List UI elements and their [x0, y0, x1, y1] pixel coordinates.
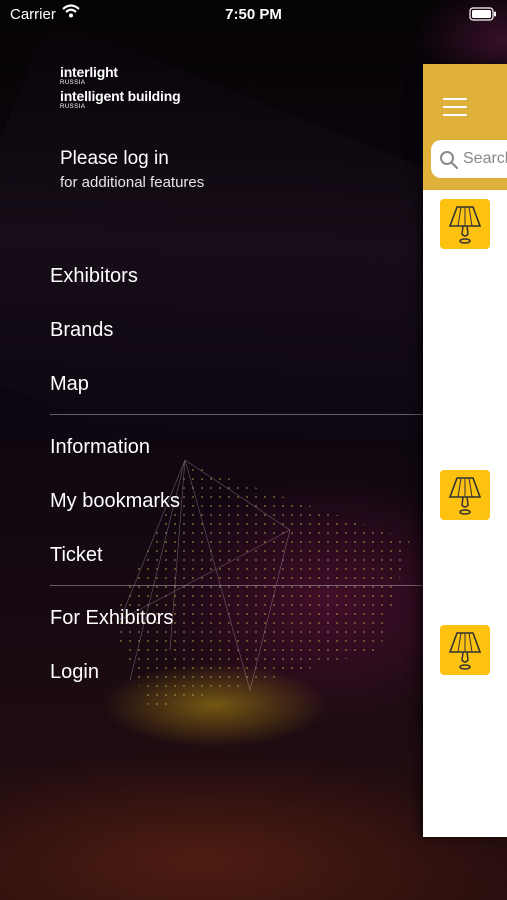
menu-divider	[50, 585, 423, 586]
lamp-icon[interactable]	[440, 470, 490, 520]
status-bar: Carrier 7:50 PM	[0, 0, 507, 30]
search-placeholder: Search	[463, 150, 507, 167]
lamp-icon[interactable]	[440, 199, 490, 249]
app-header: Search	[423, 64, 507, 190]
logo-line2: intelligent building	[60, 88, 181, 104]
menu-item-my-bookmarks[interactable]: My bookmarks	[50, 490, 180, 513]
menu-item-ticket[interactable]: Ticket	[50, 544, 103, 567]
menu-item-exhibitors[interactable]: Exhibitors	[50, 265, 138, 288]
main-content-panel[interactable]: Search	[423, 64, 507, 837]
login-prompt-subtitle: for additional features	[60, 174, 205, 191]
battery-icon	[469, 7, 497, 25]
logo-line2-sub: RUSSIA	[60, 104, 86, 110]
clock: 7:50 PM	[225, 6, 282, 23]
menu-item-information[interactable]: Information	[50, 436, 150, 459]
menu-divider	[50, 414, 423, 415]
menu-item-map[interactable]: Map	[50, 373, 89, 396]
menu-item-for-exhibitors[interactable]: For Exhibitors	[50, 607, 173, 630]
menu-item-login[interactable]: Login	[50, 661, 99, 684]
search-field[interactable]: Search	[431, 140, 507, 178]
brand-logo: interlight RUSSIA intelligent building R…	[60, 64, 181, 113]
lamp-icon[interactable]	[440, 625, 490, 675]
login-prompt[interactable]: Please log in for additional features	[60, 148, 204, 191]
logo-line1-sub: RUSSIA	[60, 80, 86, 86]
search-icon	[439, 150, 459, 175]
logo-line1: interlight	[60, 64, 118, 80]
login-prompt-title: Please log in	[60, 148, 169, 169]
hamburger-menu-icon[interactable]	[443, 98, 467, 118]
menu-item-brands[interactable]: Brands	[50, 319, 113, 342]
